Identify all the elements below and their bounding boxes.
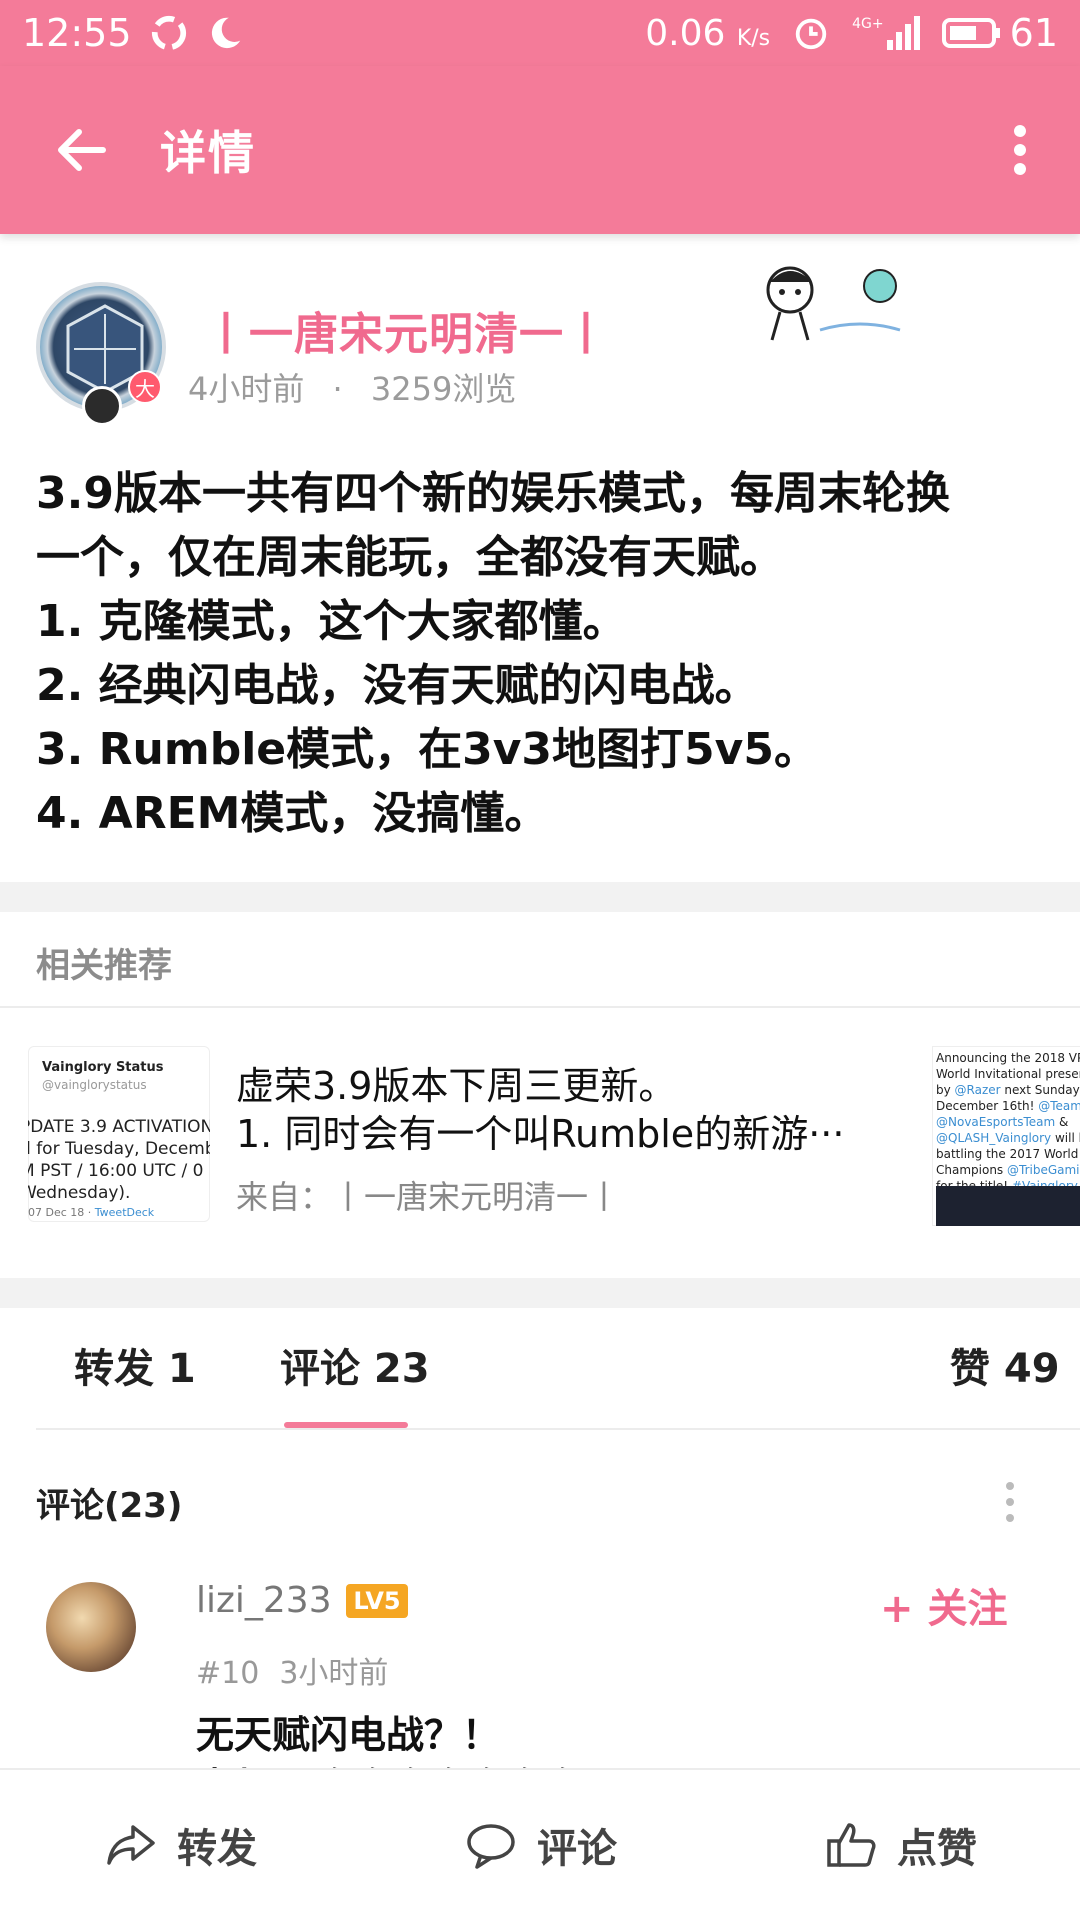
post-line: 一个，仅在周末能玩，全都没有天赋。 <box>36 532 784 583</box>
bottom-action-bar: 转发 评论 点赞 <box>0 1768 1080 1920</box>
thumb-right-mention: @TribeGaming <box>1007 1163 1080 1177</box>
post-line: 3. Rumble模式，在3v3地图打5v5。 <box>36 724 818 775</box>
page-title: 详情 <box>160 126 256 180</box>
repost-button[interactable]: 转发 <box>0 1816 360 1874</box>
thumb-line: d for Tuesday, Decemb <box>28 1139 210 1159</box>
avatar-badge: 大 <box>128 370 162 404</box>
thumb-right-mention: @Razer <box>954 1083 1001 1097</box>
arrow-left-icon <box>58 129 106 171</box>
net-speed: 0.06 <box>645 12 726 54</box>
follow-button[interactable]: + 关注 <box>880 1576 1007 1634</box>
related-thumbnail-next[interactable]: Announcing the 2018 VPL World Invitation… <box>932 1046 1080 1226</box>
post-line: 2. 经典闪电战，没有天赋的闪电战。 <box>36 660 759 711</box>
like-label: 点赞 <box>897 1826 977 1872</box>
post-views: 3259浏览 <box>370 370 517 408</box>
tab-repost[interactable]: 转发 1 <box>74 1336 196 1394</box>
related-title[interactable]: 虚荣3.9版本下周三更新。 1. 同时会有一个叫Rumble的新游··· <box>236 1062 876 1158</box>
thumb-right-fragment: & <box>1055 1115 1069 1129</box>
comment-item: lizi_233 LV5 + 关注 #103小时前 无天赋闪电战？！ 虚叔：哈哈… <box>0 1570 1080 1770</box>
sync-icon <box>151 15 186 51</box>
meta-separator: · <box>332 370 343 408</box>
thumb-banner <box>936 1186 1080 1226</box>
decorative-sticker-icon <box>766 266 901 341</box>
thumbs-up-icon <box>827 1823 876 1867</box>
thumb-source: TweetDeck <box>94 1206 155 1219</box>
section-divider <box>0 1278 1080 1308</box>
status-time: 12:55 <box>22 11 132 55</box>
more-vertical-icon <box>1014 125 1026 175</box>
battery-icon <box>941 18 1000 48</box>
thumb-footer: 07 Dec 18 · TweetDeck <box>28 1206 154 1219</box>
network-label: 4G+ <box>852 16 884 32</box>
divider <box>0 1006 1080 1008</box>
more-vertical-icon[interactable] <box>1000 1478 1020 1526</box>
app-bar: 详情 <box>0 66 1080 234</box>
thumb-line: PDATE 3.9 ACTIVATION <box>28 1117 210 1137</box>
thumb-right-mention: @NovaEsportsTeam <box>936 1115 1056 1129</box>
author-row: 大 丨一唐宋元明清一丨 4小时前 · 3259浏览 <box>0 260 1080 440</box>
tab-comments[interactable]: 评论 23 <box>280 1336 430 1394</box>
share-icon <box>107 1825 155 1865</box>
battery-level: 61 <box>1009 11 1058 55</box>
alarm-icon <box>795 18 827 50</box>
thumb-text: PDATE 3.9 ACTIVATION d for Tuesday, Dece… <box>28 1116 210 1204</box>
comment-label: 评论 <box>537 1826 617 1872</box>
comment-text: 无天赋闪电战？！ <box>196 1713 501 1757</box>
post-body: 3.9版本一共有四个新的娱乐模式，每周末轮换 一个，仅在周末能玩，全都没有天赋。… <box>36 462 1046 846</box>
post-line: 3.9版本一共有四个新的娱乐模式，每周末轮换 <box>36 468 950 519</box>
post-line: 1. 克隆模式，这个大家都懂。 <box>36 596 627 647</box>
post-time: 4小时前 <box>188 370 305 408</box>
comment-icon <box>467 1824 515 1869</box>
net-unit: K/s <box>736 25 771 51</box>
repost-label: 转发 <box>177 1826 257 1872</box>
thumb-right-mention: @QLASH_Vainglory <box>936 1131 1052 1145</box>
related-source: 来自：丨一唐宋元明清一丨 <box>236 1178 621 1216</box>
thumb-account: Vainglory Status <box>42 1060 164 1075</box>
status-bar: 12:55 0.06 K/s 4G+ 61 <box>0 0 1080 66</box>
thumb-date: 07 Dec 18 · <box>28 1206 95 1219</box>
thumb-handle: @vainglorystatus <box>42 1078 147 1092</box>
like-button[interactable]: 点赞 <box>720 1816 1080 1874</box>
back-button[interactable] <box>0 66 160 234</box>
comment-button[interactable]: 评论 <box>360 1816 720 1874</box>
tab-likes[interactable]: 赞 49 <box>950 1336 1060 1394</box>
commenter-avatar[interactable] <box>46 1582 136 1672</box>
post-tabs: 转发 1 评论 23 赞 49 <box>0 1310 1080 1428</box>
more-options-button[interactable] <box>960 66 1080 234</box>
related-label: 相关推荐 <box>36 946 172 986</box>
author-name[interactable]: 丨一唐宋元明清一丨 <box>204 298 609 362</box>
moon-icon <box>211 17 240 49</box>
comment-meta: #10 3小时前 <box>196 1648 388 1692</box>
related-title-line: 1. 同时会有一个叫Rumble的新游··· <box>236 1112 845 1156</box>
thumb-line: Wednesday). <box>28 1183 131 1203</box>
thumb-right-mention: @TeamACE <box>1038 1099 1080 1113</box>
commenter-name[interactable]: lizi_233 <box>196 1580 332 1621</box>
thumb-right-text: Announcing the 2018 VPL World Invitation… <box>936 1050 1080 1194</box>
comment-floor: #10 <box>196 1656 260 1691</box>
post-line: 4. AREM模式，没搞懂。 <box>36 788 549 839</box>
section-divider <box>0 882 1080 912</box>
signal-icon: 4G+ <box>852 16 920 50</box>
level-badge: LV5 <box>346 1584 408 1618</box>
related-thumbnail[interactable]: Vainglory Status @vainglorystatus PDATE … <box>28 1046 210 1222</box>
post-meta: 4小时前 · 3259浏览 <box>188 364 516 410</box>
thumb-line: M PST / 16:00 UTC / 0 <box>28 1161 204 1181</box>
related-title-line: 虚荣3.9版本下周三更新。 <box>236 1064 677 1108</box>
team-badge-icon <box>82 386 122 426</box>
comments-header: 评论(23) <box>36 1486 183 1526</box>
related-post-card[interactable]: Vainglory Status @vainglorystatus PDATE … <box>0 1030 1080 1260</box>
comment-time: 3小时前 <box>279 1656 389 1691</box>
divider <box>36 1428 1080 1430</box>
